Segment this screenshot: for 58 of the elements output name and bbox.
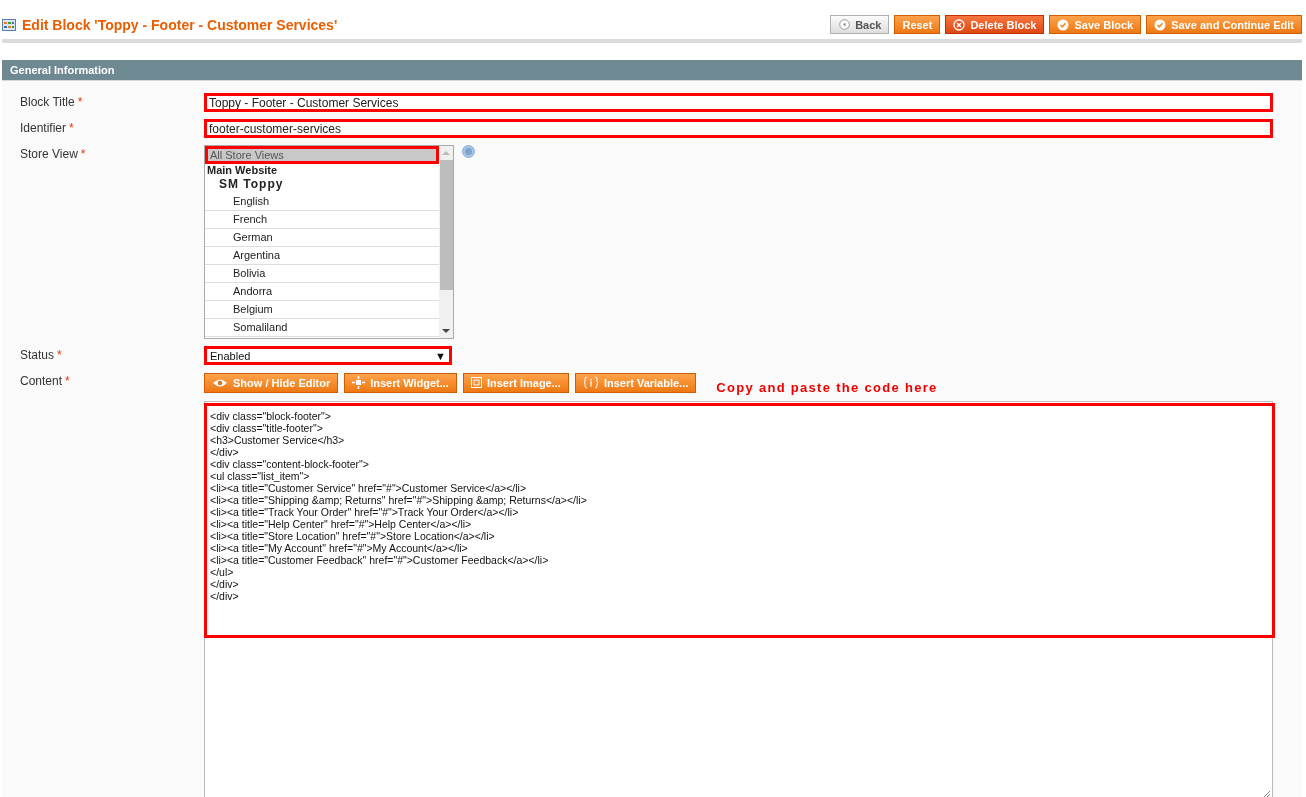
code-line: <li><a title="Track Your Order" href="#">Track Your Order</a></li> (210, 506, 519, 518)
list-option[interactable]: Belgium (205, 301, 439, 319)
code-line: <li><a title="Customer Feedback" href="#">Customer Feedback</a></li> (210, 554, 549, 566)
field-label: Status (20, 348, 55, 362)
scroll-down-icon[interactable] (442, 328, 450, 334)
page-title: Edit Block 'Toppy - Footer - Customer Services' (22, 16, 338, 33)
code-line: <li><a title="Shipping &amp; Returns" href="#">Shipping &amp; Returns</a></li> (210, 494, 587, 506)
resize-grip-icon[interactable] (1263, 790, 1271, 797)
list-option[interactable]: French (205, 211, 439, 229)
required-mark: * (65, 374, 70, 388)
code-line: <h3>Customer Service</h3> (210, 434, 345, 446)
field-label: Identifier (20, 121, 67, 135)
required-mark: * (80, 147, 86, 161)
required-mark: * (57, 348, 62, 362)
grid-icon (2, 18, 16, 31)
code-line: <div class="title-footer"> (210, 422, 323, 434)
text-input[interactable]: Toppy - Footer - Customer Services (204, 93, 1273, 112)
annotation-text: Copy and paste the code here (716, 380, 938, 395)
scrollbar[interactable] (439, 146, 453, 338)
list-option[interactable]: All Store Views (205, 146, 439, 164)
variable-icon (582, 376, 599, 389)
list-option[interactable]: German (205, 229, 439, 247)
list-option[interactable]: Bolivia (205, 265, 439, 283)
content-textarea[interactable] (204, 401, 1273, 797)
section-header: General Information (2, 60, 1302, 81)
field-label: Block Title (20, 95, 75, 109)
code-line: <div class="block-footer"> (210, 410, 331, 422)
store-view-listbox[interactable]: All Store Views Main Website SM Toppy English French German Argentina Bolivia Andorra Belgium Somaliland (204, 145, 454, 339)
list-option[interactable]: English (205, 193, 439, 211)
list-option[interactable]: Somaliland (205, 319, 439, 337)
required-mark: * (69, 121, 74, 135)
code-line: </div> (210, 446, 239, 458)
code-line: <li><a title="Store Location" href="#">Store Location</a></li> (210, 530, 495, 542)
code-line: <li><a title="Help Center" href="#">Help Center</a></li> (210, 518, 472, 530)
code-line: <li><a title="My Account" href="#">My Account</a></li> (210, 542, 468, 554)
eye-icon (212, 377, 228, 388)
text-input[interactable]: footer-customer-services (204, 119, 1273, 138)
code-line: <ul class="list_item"> (210, 470, 310, 482)
code-line: <div class="content-block-footer"> (210, 458, 369, 470)
code-line: </ul> (210, 566, 234, 578)
group-label: Main Website (206, 164, 279, 177)
image-icon (470, 377, 482, 388)
group-label: SM Toppy (218, 177, 285, 193)
checkmark-icon (1154, 18, 1167, 31)
back-button[interactable]: Back (830, 15, 890, 34)
field-label: Store View (20, 147, 78, 161)
list-option[interactable]: Andorra (205, 283, 439, 301)
help-icon[interactable] (462, 145, 475, 158)
list-option[interactable]: Argentina (205, 247, 439, 265)
close-icon (953, 18, 966, 31)
status-select[interactable]: Enabled ▼ (204, 346, 452, 365)
code-line: </div> (210, 578, 239, 590)
required-mark: * (77, 95, 83, 109)
code-line: </div> (210, 590, 239, 602)
widget-icon (352, 376, 366, 389)
field-label: Content (20, 374, 63, 388)
code-line: <li><a title="Customer Service" href="#">Customer Service</a></li> (210, 482, 527, 494)
checkmark-icon (1057, 18, 1070, 31)
